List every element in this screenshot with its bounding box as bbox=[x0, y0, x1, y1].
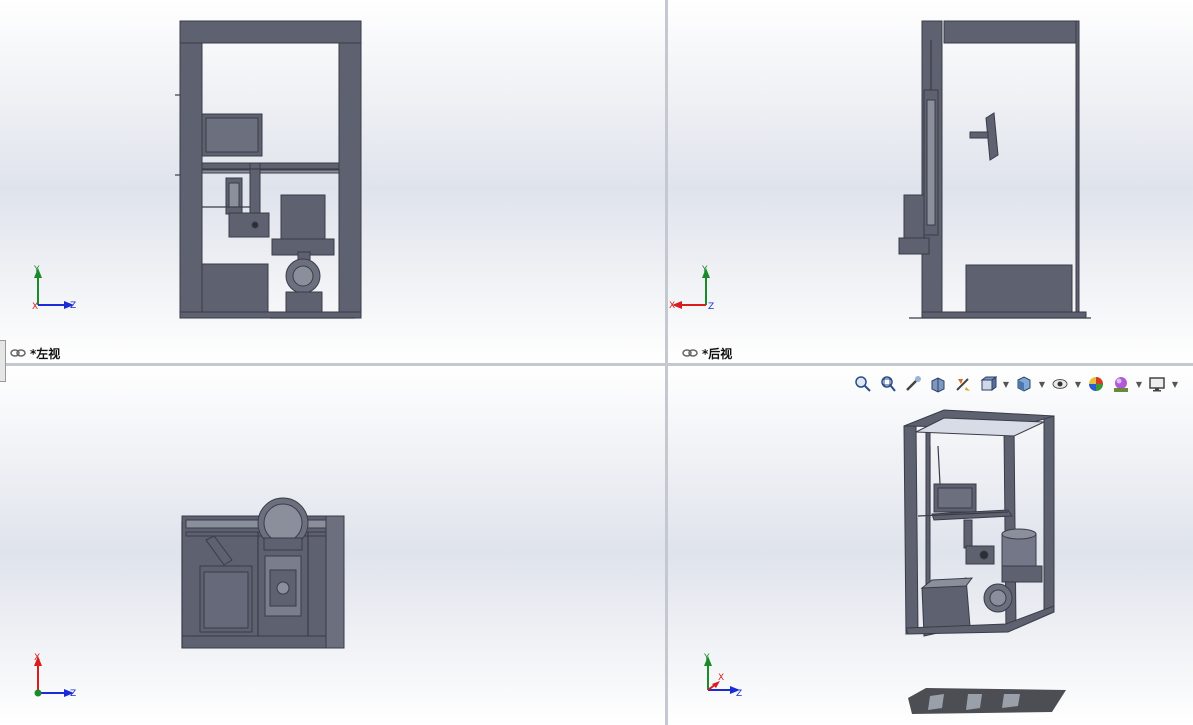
viewport-top-view[interactable]: X Z bbox=[0, 366, 665, 725]
axis-triad: Y Z X bbox=[32, 265, 76, 312]
model-left-view bbox=[175, 20, 362, 319]
svg-text:Z: Z bbox=[70, 689, 76, 699]
model-top-view bbox=[181, 497, 345, 649]
svg-text:Z: Z bbox=[708, 302, 714, 312]
viewport-sash-handle[interactable] bbox=[0, 340, 6, 382]
svg-text:Z: Z bbox=[70, 301, 76, 311]
viewport-label-text: *后视 bbox=[702, 346, 733, 361]
svg-text:Y: Y bbox=[703, 653, 710, 663]
svg-text:Y: Y bbox=[701, 265, 708, 275]
viewport-label-text: *左视 bbox=[30, 346, 61, 361]
model-back-view bbox=[898, 20, 1091, 319]
svg-text:X: X bbox=[669, 301, 675, 311]
viewport-left-view[interactable]: Y Z X *左视 bbox=[0, 0, 665, 363]
svg-text:X: X bbox=[34, 653, 40, 663]
axis-triad: Y X Z bbox=[669, 265, 714, 312]
axis-triad: Y Z X bbox=[703, 653, 742, 699]
svg-text:X: X bbox=[718, 673, 724, 683]
viewport-label[interactable]: *左视 bbox=[10, 346, 61, 361]
svg-text:X: X bbox=[32, 302, 38, 312]
svg-text:Y: Y bbox=[33, 265, 40, 275]
viewport-label[interactable]: *后视 bbox=[682, 346, 733, 361]
link-views-icon bbox=[682, 349, 698, 357]
link-views-icon bbox=[10, 349, 26, 357]
viewport-isometric-view[interactable]: ▼ ▼ ▼ ▼ ▼ Y Z X bbox=[668, 366, 1193, 725]
viewport-back-view[interactable]: Y X Z *后视 bbox=[668, 0, 1193, 363]
svg-text:Z: Z bbox=[736, 689, 742, 699]
axis-triad: X Z bbox=[34, 653, 76, 699]
